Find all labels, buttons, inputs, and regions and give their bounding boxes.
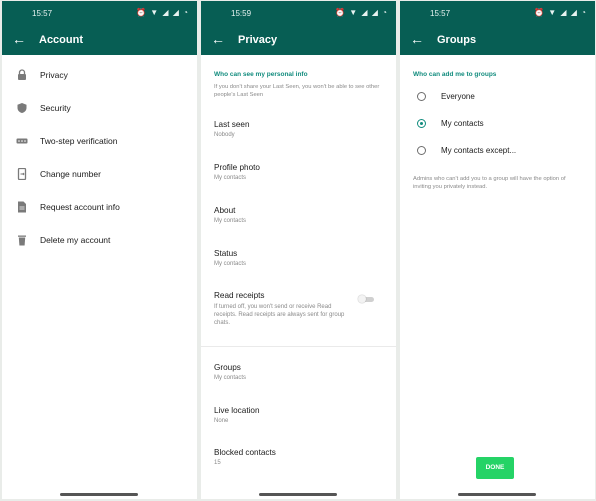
item-title: About (214, 206, 236, 215)
item-value: None (214, 418, 229, 424)
account-item-label: Privacy (40, 70, 68, 80)
section-note: If you don't share your Last Seen, you w… (214, 84, 380, 98)
app-bar: ← Account (2, 25, 197, 55)
item-title: Live location (214, 406, 260, 415)
privacy-item-profile-photo[interactable]: Profile photo My contacts (214, 163, 384, 181)
account-item-security[interactable]: Security (2, 102, 197, 122)
section-header: Who can add me to groups (413, 71, 497, 78)
account-screen: 15:57 ⏰ ▼ ◢ ◢ ◔ ← Account Privacy Securi… (2, 1, 197, 499)
back-arrow-icon[interactable]: ← (410, 31, 424, 47)
radio-button[interactable] (417, 146, 426, 155)
account-item-two-step[interactable]: Two-step verification (2, 135, 197, 155)
privacy-item-about[interactable]: About My contacts (214, 206, 384, 224)
status-icons: ⏰ ▼ ◢ ◢ ◔ (335, 8, 388, 17)
item-value: My contacts (214, 175, 247, 181)
privacy-item-blocked-contacts[interactable]: Blocked contacts 15 (214, 448, 384, 466)
privacy-screen: 15:59 ⏰ ▼ ◢ ◢ ◔ ← Privacy Who can see my… (201, 1, 396, 499)
account-item-request-info[interactable]: Request account info (2, 201, 197, 221)
account-item-label: Security (40, 103, 71, 113)
done-button[interactable]: DONE (476, 457, 514, 479)
back-arrow-icon[interactable]: ← (211, 31, 225, 47)
radio-button-selected[interactable] (417, 119, 426, 128)
status-time: 15:57 (32, 9, 53, 18)
option-label: My contacts except... (441, 146, 517, 155)
status-icons: ⏰ ▼ ◢ ◢ ◔ (534, 8, 587, 17)
account-item-delete[interactable]: Delete my account (2, 234, 197, 254)
radio-button[interactable] (417, 92, 426, 101)
privacy-item-read-receipts[interactable]: Read receipts If turned off, you won't s… (214, 291, 384, 327)
divider (201, 346, 396, 347)
privacy-item-groups[interactable]: Groups My contacts (214, 363, 384, 381)
item-title: Profile photo (214, 163, 260, 172)
item-title: Status (214, 249, 238, 258)
read-receipts-toggle[interactable] (358, 295, 376, 303)
account-item-privacy[interactable]: Privacy (2, 69, 197, 89)
option-my-contacts-except[interactable]: My contacts except... (417, 146, 587, 160)
privacy-item-last-seen[interactable]: Last seen Nobody (214, 120, 384, 138)
account-item-label: Two-step verification (40, 136, 118, 146)
groups-screen: 15:57 ⏰ ▼ ◢ ◢ ◔ ← Groups Who can add me … (400, 1, 595, 499)
account-item-label: Request account info (40, 202, 120, 212)
item-title: Groups (214, 363, 241, 372)
option-my-contacts[interactable]: My contacts (417, 119, 587, 133)
item-value: My contacts (214, 375, 247, 381)
account-item-label: Change number (40, 169, 101, 179)
document-icon (16, 201, 28, 213)
gesture-bar[interactable] (458, 493, 536, 496)
page-title: Privacy (238, 34, 278, 46)
status-bar: 15:57 ⏰ ▼ ◢ ◢ ◔ (2, 1, 197, 25)
privacy-item-status[interactable]: Status My contacts (214, 249, 384, 267)
toggle-knob (358, 295, 366, 303)
item-description: If turned off, you won't send or receive… (214, 304, 345, 326)
status-bar: 15:59 ⏰ ▼ ◢ ◢ ◔ (201, 1, 396, 25)
account-item-label: Delete my account (40, 235, 111, 245)
trash-icon (16, 234, 28, 246)
section-header: Who can see my personal info (214, 71, 308, 78)
item-value: My contacts (214, 218, 247, 224)
status-icons: ⏰ ▼ ◢ ◢ ◔ (136, 8, 189, 17)
app-bar: ← Privacy (201, 25, 396, 55)
lock-icon (16, 69, 28, 81)
item-title: Blocked contacts (214, 448, 276, 457)
item-value: My contacts (214, 261, 247, 267)
option-everyone[interactable]: Everyone (417, 92, 587, 106)
account-item-change-number[interactable]: Change number (2, 168, 197, 188)
phone-change-icon (16, 168, 28, 180)
item-value: Nobody (214, 132, 235, 138)
groups-note: Admins who can't add you to a group will… (413, 176, 566, 190)
item-title: Last seen (214, 120, 250, 129)
status-bar: 15:57 ⏰ ▼ ◢ ◢ ◔ (400, 1, 595, 25)
gesture-bar[interactable] (259, 493, 337, 496)
shield-icon (16, 102, 28, 114)
dots-icon (16, 135, 28, 147)
page-title: Groups (437, 34, 477, 46)
status-time: 15:57 (430, 9, 451, 18)
app-bar: ← Groups (400, 25, 595, 55)
status-time: 15:59 (231, 9, 252, 18)
privacy-item-live-location[interactable]: Live location None (214, 406, 384, 424)
option-label: Everyone (441, 92, 475, 101)
page-title: Account (39, 34, 83, 46)
item-value: 15 (214, 460, 221, 466)
gesture-bar[interactable] (60, 493, 138, 496)
back-arrow-icon[interactable]: ← (12, 31, 26, 47)
option-label: My contacts (441, 119, 484, 128)
